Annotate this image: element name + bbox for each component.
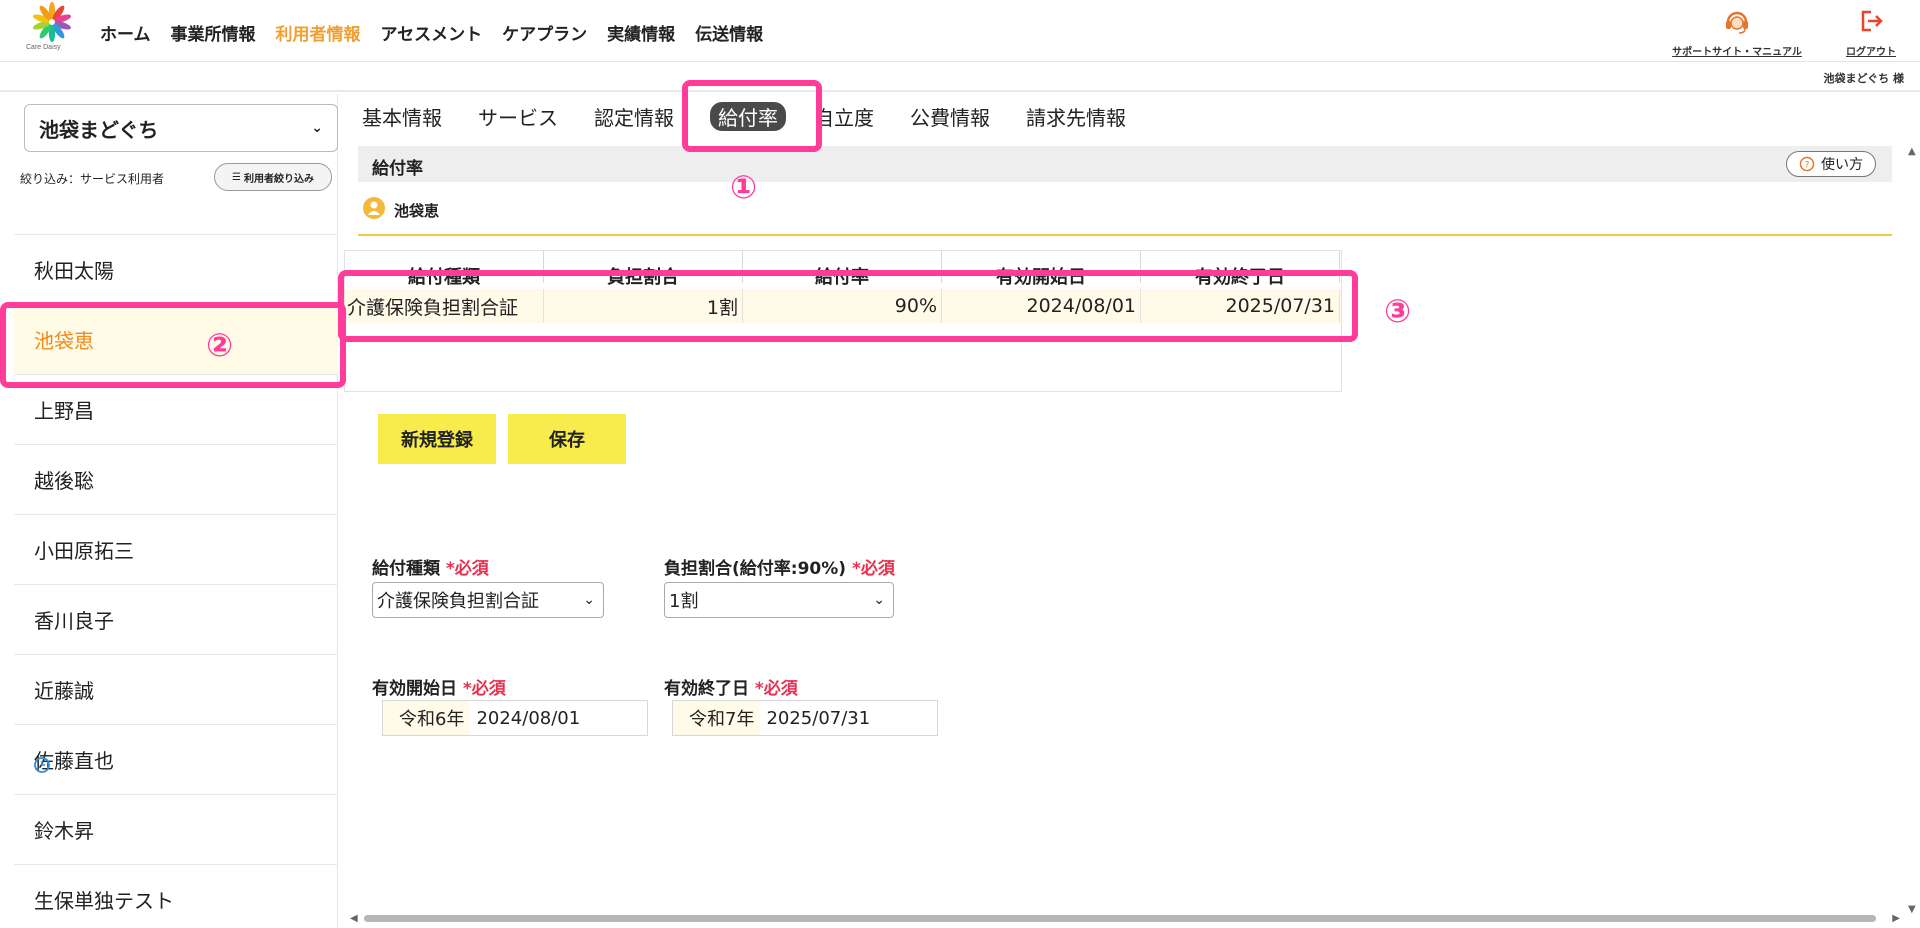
nav-home[interactable]: ホーム <box>100 20 151 45</box>
svg-text:?: ? <box>1805 161 1810 171</box>
user-bar: 池袋まどぐち 様 <box>0 62 1920 92</box>
nav-results[interactable]: 実績情報 <box>607 20 675 45</box>
tab-service[interactable]: サービス <box>478 102 558 131</box>
benefit-type-select-value: 介護保険負担割合証 <box>377 591 539 612</box>
nav-transmission[interactable]: 伝送情報 <box>695 20 763 45</box>
end-date-label: 有効終了日 *必須 <box>664 674 798 699</box>
nav-care-plan[interactable]: ケアプラン <box>502 20 587 45</box>
annotation-number-2: ② <box>206 326 234 364</box>
office-select-value: 池袋まどぐち <box>39 117 159 142</box>
section-title: 給付率 <box>372 159 423 179</box>
chevron-down-icon: ⌄ <box>873 592 885 608</box>
logout-link[interactable]: ログアウト <box>1836 8 1906 59</box>
scroll-up-arrow-icon[interactable]: ▲ <box>1908 146 1916 157</box>
client-list-item[interactable]: 近藤誠 <box>14 655 338 725</box>
required-mark: *必須 <box>445 559 489 579</box>
required-mark: *必須 <box>754 679 798 699</box>
client-list-item[interactable]: 香川良子 <box>14 585 338 655</box>
start-date-era: 令和6年 <box>383 701 471 735</box>
nav-user-info[interactable]: 利用者情報 <box>276 20 361 45</box>
person-icon <box>363 197 385 219</box>
client-list-item[interactable]: 秋田太陽 <box>14 235 338 305</box>
office-select[interactable]: 池袋まどぐち ⌄ <box>24 104 338 152</box>
end-date-input[interactable]: 令和7年 2025/07/31 <box>672 700 938 736</box>
client-list-item[interactable]: 生保単独テスト <box>14 865 338 928</box>
start-date-label: 有効開始日 *必須 <box>372 674 506 699</box>
annotation-box-benefit-tab <box>682 80 822 152</box>
top-header: Care Daisy ホーム 事業所情報 利用者情報 アセスメント ケアプラン … <box>0 0 1920 62</box>
headset-support-icon <box>1726 11 1748 34</box>
help-button[interactable]: ? 使い方 <box>1786 151 1876 177</box>
benefit-type-label-text: 給付種類 <box>372 559 440 579</box>
client-list-item[interactable]: 小田原拓三 <box>14 515 338 585</box>
start-date-label-text: 有効開始日 <box>372 679 457 699</box>
clock-icon <box>34 757 50 773</box>
tab-public-funding[interactable]: 公費情報 <box>910 102 990 131</box>
tab-independence[interactable]: 自立度 <box>814 102 874 131</box>
question-circle-icon: ? <box>1799 156 1815 172</box>
logout-icon <box>1861 10 1883 32</box>
logged-in-user-name: 池袋まどぐち 様 <box>1823 72 1905 85</box>
section-header: 給付率 ? 使い方 <box>358 146 1892 182</box>
nav-office-info[interactable]: 事業所情報 <box>171 20 256 45</box>
filter-label: 絞り込み：サービス利用者 <box>20 172 165 186</box>
logout-link-label[interactable]: ログアウト <box>1846 47 1896 58</box>
client-list-item[interactable]: 鈴木昇 <box>14 795 338 865</box>
scroll-down-arrow-icon[interactable]: ▼ <box>1908 904 1916 915</box>
benefit-type-select[interactable]: 介護保険負担割合証 ⌄ <box>372 582 604 618</box>
scroll-right-arrow-icon[interactable]: ▶ <box>1892 913 1900 924</box>
annotation-box-client <box>0 302 346 388</box>
client-name: 池袋恵 <box>394 202 440 220</box>
scroll-left-arrow-icon[interactable]: ◀ <box>350 913 358 924</box>
required-mark: *必須 <box>462 679 506 699</box>
support-link[interactable]: サポートサイト・マニュアル <box>1656 8 1818 59</box>
tab-basic-info[interactable]: 基本情報 <box>362 102 442 131</box>
start-date-input[interactable]: 令和6年 2024/08/01 <box>382 700 648 736</box>
horizontal-scrollbar-thumb[interactable] <box>364 915 1876 922</box>
end-date-era: 令和7年 <box>673 701 761 735</box>
chevron-down-icon: ⌄ <box>311 120 323 136</box>
support-link-label[interactable]: サポートサイト・マニュアル <box>1672 47 1802 58</box>
required-mark: *必須 <box>851 559 895 579</box>
tab-certification[interactable]: 認定情報 <box>594 102 674 131</box>
client-list-item[interactable]: 越後聡 <box>14 445 338 515</box>
client-list-item[interactable]: 佐藤直也 <box>14 725 338 795</box>
burden-ratio-label: 負担割合(給付率:90%) *必須 <box>664 554 895 579</box>
user-filter-button[interactable]: ☰ 利用者絞り込み <box>214 163 332 191</box>
new-register-button[interactable]: 新規登録 <box>378 414 496 464</box>
burden-ratio-label-text: 負担割合(給付率:90%) <box>664 559 847 579</box>
logo-text: Care Daisy <box>26 44 61 51</box>
benefit-type-label: 給付種類 *必須 <box>372 554 489 579</box>
filter-sliders-icon: ☰ <box>232 171 241 183</box>
client-name-row: 池袋恵 <box>358 196 1892 236</box>
annotation-box-table-row <box>338 270 1358 342</box>
annotation-number-3: ③ <box>1384 292 1412 330</box>
end-date-label-text: 有効終了日 <box>664 679 749 699</box>
burden-ratio-select[interactable]: 1割 ⌄ <box>664 582 894 618</box>
annotation-number-1: ① <box>730 168 758 206</box>
main-nav: ホーム 事業所情報 利用者情報 アセスメント ケアプラン 実績情報 伝送情報 <box>100 20 783 45</box>
start-date-value: 2024/08/01 <box>476 707 581 729</box>
horizontal-scrollbar[interactable]: ◀ ▶ <box>348 910 1904 926</box>
save-button[interactable]: 保存 <box>508 414 626 464</box>
user-filter-button-label: 利用者絞り込み <box>243 173 314 185</box>
nav-assessment[interactable]: アセスメント <box>381 20 483 45</box>
client-sidebar: 池袋まどぐち ⌄ 絞り込み：サービス利用者 ☰ 利用者絞り込み 秋田太陽 池袋恵… <box>14 94 338 928</box>
chevron-down-icon: ⌄ <box>583 592 595 608</box>
tab-billing[interactable]: 請求先情報 <box>1026 102 1126 131</box>
burden-ratio-select-value: 1割 <box>669 591 699 612</box>
end-date-value: 2025/07/31 <box>766 707 871 729</box>
help-button-label: 使い方 <box>1821 157 1863 173</box>
